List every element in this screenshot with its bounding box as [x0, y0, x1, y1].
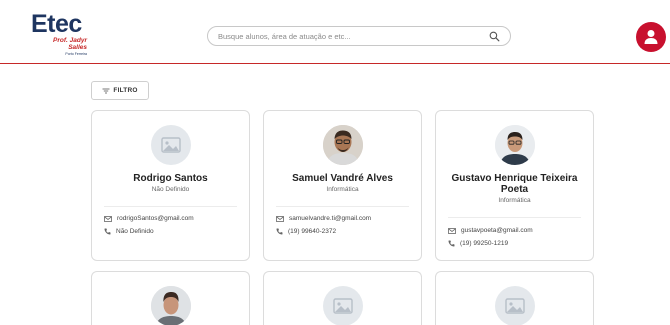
- student-area: Informática: [498, 197, 531, 204]
- placeholder-image-icon: [333, 298, 353, 314]
- logo-line-1: Prof. Jadyr: [53, 37, 87, 44]
- card-divider: [104, 206, 237, 207]
- profile-photo-placeholder: [151, 125, 191, 165]
- email-text: samuelvandre.ti@gmail.com: [289, 215, 372, 222]
- student-card[interactable]: [91, 271, 250, 325]
- filter-button[interactable]: FILTRO: [91, 81, 149, 100]
- student-phone[interactable]: Não Definido: [104, 228, 154, 235]
- mail-icon: [448, 227, 456, 234]
- phone-text: Não Definido: [116, 228, 154, 235]
- filter-icon: [102, 88, 110, 93]
- app-header: Etec Prof. Jadyr Salles Porto Ferreira: [0, 0, 670, 64]
- profile-photo-placeholder: [323, 286, 363, 325]
- phone-icon: [448, 240, 455, 247]
- placeholder-image-icon: [505, 298, 525, 314]
- logo-line-3: Porto Ferreira: [65, 52, 87, 56]
- placeholder-image-icon: [161, 137, 181, 153]
- student-email[interactable]: rodrigoSantos@gmail.com: [104, 215, 194, 222]
- student-email[interactable]: samuelvandre.ti@gmail.com: [276, 215, 371, 222]
- phone-text: (19) 99640-2372: [288, 228, 337, 235]
- person-photo: [151, 286, 191, 325]
- student-name: Samuel Vandré Alves: [292, 173, 393, 184]
- profile-photo: [323, 125, 363, 165]
- email-text: gustavpoeta@gmail.com: [461, 227, 533, 234]
- search-bar: [207, 26, 511, 46]
- logo-line-2: Salles: [68, 44, 87, 51]
- user-icon: [644, 30, 658, 44]
- person-photo: [323, 125, 363, 165]
- student-name: Gustavo Henrique Teixeira Poeta: [451, 173, 578, 195]
- student-card[interactable]: Rodrigo Santos Não Definido rodrigoSanto…: [91, 110, 250, 261]
- profile-photo-placeholder: [495, 286, 535, 325]
- user-menu-button[interactable]: [636, 22, 666, 52]
- logo-main-text: Etec: [31, 10, 82, 38]
- student-phone[interactable]: (19) 99640-2372: [276, 228, 336, 235]
- student-phone[interactable]: (19) 99250-1219: [448, 240, 508, 247]
- student-area: Não Definido: [151, 186, 190, 193]
- profile-photo: [495, 125, 535, 165]
- mail-icon: [104, 215, 112, 222]
- student-card[interactable]: Samuel Vandré Alves Informática samuelva…: [263, 110, 422, 261]
- filter-label: FILTRO: [113, 87, 138, 94]
- student-name: Rodrigo Santos: [133, 173, 208, 184]
- profile-photo: [151, 286, 191, 325]
- card-divider: [276, 206, 409, 207]
- phone-icon: [104, 228, 111, 235]
- student-card[interactable]: [435, 271, 594, 325]
- card-divider: [448, 217, 581, 218]
- etec-logo[interactable]: Etec Prof. Jadyr Salles Porto Ferreira: [31, 11, 87, 57]
- phone-text: (19) 99250-1219: [460, 240, 509, 247]
- phone-icon: [276, 228, 283, 235]
- student-card[interactable]: Gustavo Henrique Teixeira Poeta Informát…: [435, 110, 594, 261]
- search-icon[interactable]: [488, 30, 501, 43]
- mail-icon: [276, 215, 284, 222]
- email-text: rodrigoSantos@gmail.com: [117, 215, 194, 222]
- student-card[interactable]: [263, 271, 422, 325]
- student-area: Informática: [326, 186, 359, 193]
- student-email[interactable]: gustavpoeta@gmail.com: [448, 227, 533, 234]
- person-photo: [495, 125, 535, 165]
- search-input[interactable]: [218, 30, 478, 43]
